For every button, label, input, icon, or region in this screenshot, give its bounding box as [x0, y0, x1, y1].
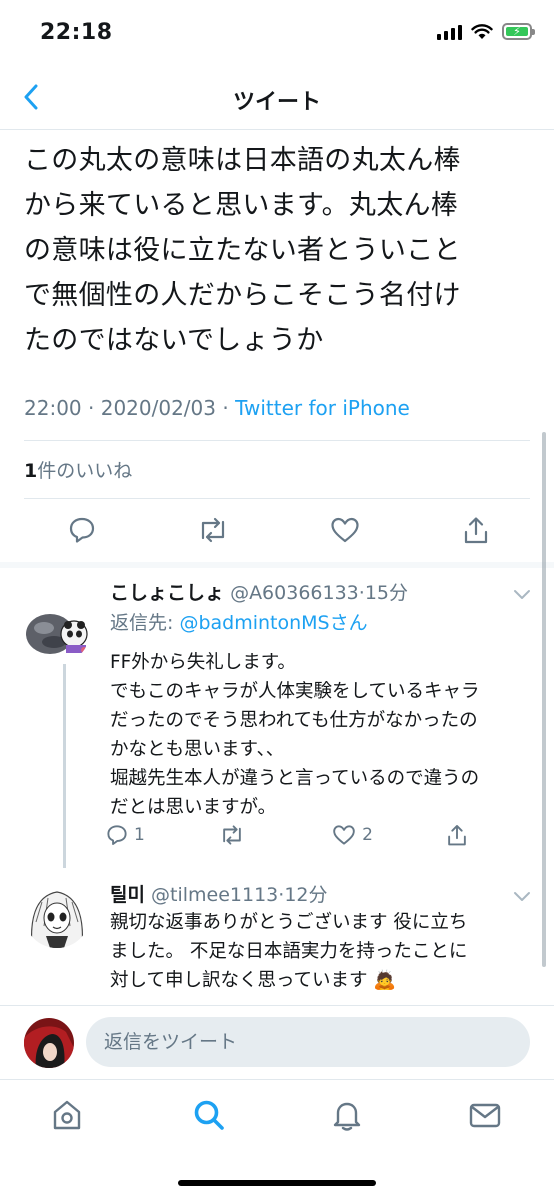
thread-line: [63, 664, 66, 868]
notifications-icon: [333, 1102, 361, 1131]
home-indicator: [178, 1180, 376, 1186]
scrollbar[interactable]: [542, 432, 546, 967]
likes-count: 1: [24, 460, 38, 482]
like-icon[interactable]: [327, 512, 363, 548]
tweet-date: 2020/02/03: [100, 396, 216, 420]
status-time: 22:18: [40, 20, 113, 45]
like-button[interactable]: 2: [332, 823, 373, 847]
wifi-icon: [471, 23, 493, 39]
tweet-line: から来ていると思います。丸太ん棒: [24, 190, 459, 221]
share-icon: [448, 825, 466, 846]
reply-line: だとは思いますが。: [110, 797, 277, 818]
my-avatar[interactable]: [24, 1018, 74, 1068]
retweet-icon: [223, 825, 241, 845]
likes-row[interactable]: 1件のいいね: [24, 456, 132, 483]
chevron-down-icon[interactable]: [512, 886, 532, 906]
retweet-icon[interactable]: [195, 512, 231, 548]
reply-header: こしょこしょ @A60366133·15分: [110, 582, 409, 604]
reply-actions: 1 2: [106, 823, 486, 847]
reply-input[interactable]: 返信をツイート: [86, 1017, 530, 1067]
status-bar: 22:18 ⚡: [0, 0, 554, 70]
divider: [24, 440, 530, 441]
tweet-meta: 22:00 · 2020/02/03 · Twitter for iPhone: [24, 396, 410, 420]
signal-icon: [437, 24, 462, 40]
reply-age: 15分: [364, 582, 409, 604]
user-handle[interactable]: @A60366133: [230, 582, 359, 604]
reply-header: 틸미 @tilmee1113·12分: [110, 884, 328, 906]
tweet-text: この丸太の意味は日本語の丸太ん棒 から来ていると思います。丸太ん棒 の意味は役に…: [24, 138, 524, 363]
reply-to: 返信先: @badmintonMSさん: [110, 612, 368, 634]
likes-label: 件のいいね: [37, 460, 133, 482]
like-icon: [333, 825, 355, 845]
chevron-down-icon[interactable]: [512, 584, 532, 604]
share-button[interactable]: [446, 823, 486, 847]
retweet-button[interactable]: [219, 823, 259, 847]
messages-icon: [469, 1103, 501, 1128]
tweet-line: この丸太の意味は日本語の丸太ん棒: [24, 145, 461, 176]
reply-body: FF外から失礼します。 でもこのキャラが人体実験をしているキャラ だったのでそう…: [110, 648, 530, 822]
reply-count: 1: [134, 825, 145, 845]
nav-header: ツイート: [0, 70, 554, 130]
reply-line: FF外から失礼します。: [110, 652, 296, 673]
reply-body: 親切な返事ありがとうございます 役に立ち ました。 不足な日本語実力を持ったこと…: [110, 908, 530, 995]
reply-icon[interactable]: [64, 512, 100, 548]
reply-tweet[interactable]: こしょこしょ @A60366133·15分 返信先: @badmintonMSさ…: [0, 568, 554, 868]
display-name[interactable]: こしょこしょ: [110, 582, 224, 604]
like-count: 2: [362, 825, 373, 845]
search-icon: [194, 1100, 224, 1130]
tweet-time: 22:00: [24, 396, 82, 420]
reply-line: だったのでそう思われても仕方がなかったの: [110, 710, 478, 731]
share-icon[interactable]: [458, 512, 494, 548]
avatar[interactable]: [24, 882, 90, 948]
divider: [24, 498, 530, 499]
bowing-emoji: 🙇: [373, 970, 397, 991]
reply-icon: [107, 825, 127, 845]
reply-age: 12分: [284, 884, 328, 906]
home-icon: [53, 1100, 81, 1130]
reply-line: 対して申し訳なく思っています 🙇: [110, 970, 397, 991]
avatar[interactable]: [24, 598, 90, 664]
tweet-line: の意味は役に立たない者とういこと: [24, 235, 461, 266]
tab-notifications[interactable]: [330, 1098, 364, 1132]
reply-composer: 返信をツイート: [0, 1005, 554, 1079]
reply-to-user-link[interactable]: @badmintonMS: [179, 612, 329, 634]
tab-home[interactable]: [50, 1098, 84, 1132]
tab-messages[interactable]: [468, 1098, 502, 1132]
tweet-actions: [64, 512, 494, 548]
tab-search[interactable]: [192, 1098, 226, 1132]
reply-line: でもこのキャラが人体実験をしているキャラ: [110, 681, 480, 702]
battery-icon: ⚡: [502, 23, 535, 40]
tweet-source-link[interactable]: Twitter for iPhone: [235, 396, 410, 420]
status-icons: ⚡: [437, 23, 535, 40]
user-handle[interactable]: @tilmee1113: [151, 884, 278, 906]
reply-line: ました。 不足な日本語実力を持ったことに: [110, 941, 468, 962]
reply-line: 親切な返事ありがとうございます 役に立ち: [110, 912, 468, 933]
tweet-line: で無個性の人だからこそこう名付け: [24, 280, 461, 311]
reply-tweet[interactable]: 틸미 @tilmee1113·12分 親切な返事ありがとうございます 役に立ち …: [0, 872, 554, 1002]
tweet-line: たのではないでしょうか: [24, 325, 324, 356]
reply-button[interactable]: 1: [106, 823, 146, 847]
reply-line: 堀越先生本人が違うと言っているので違うの: [110, 768, 480, 789]
page-title: ツイート: [232, 90, 321, 115]
reply-line: かなとも思います、、: [110, 739, 285, 760]
display-name[interactable]: 틸미: [110, 884, 145, 906]
